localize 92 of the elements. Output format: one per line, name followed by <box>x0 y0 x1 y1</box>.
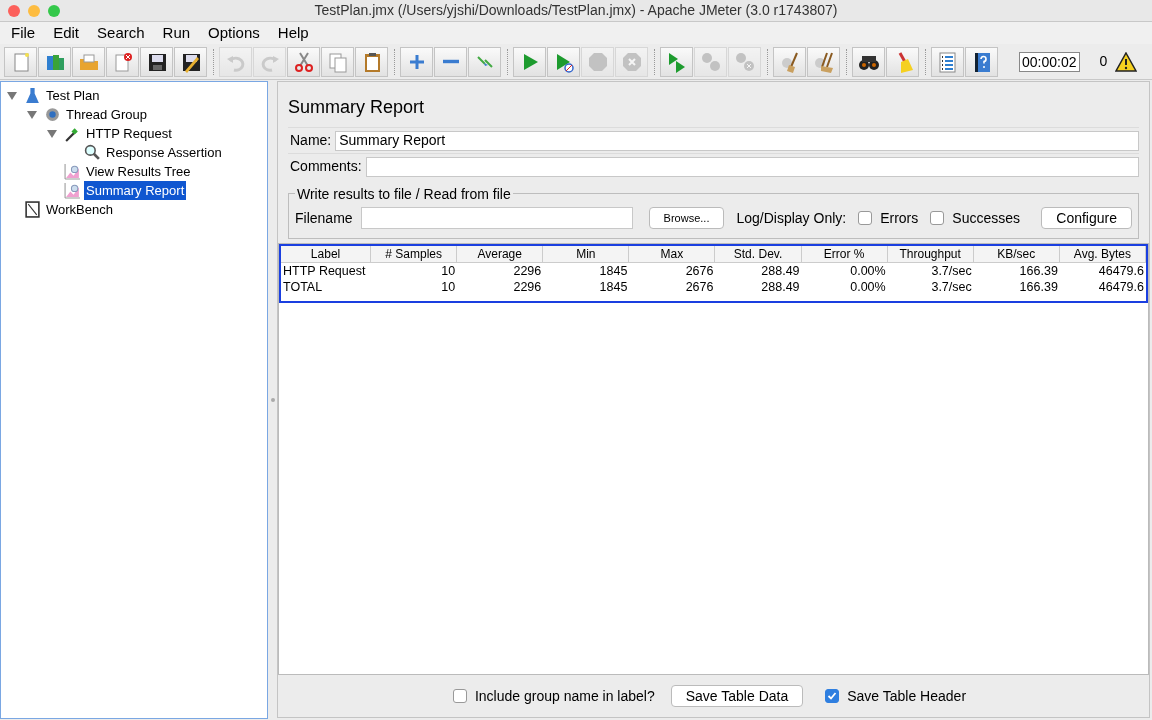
filename-field[interactable] <box>360 207 633 229</box>
table-cell-text: 46479.6 <box>1097 279 1145 295</box>
tree-item[interactable]: WorkBench <box>44 199 115 220</box>
table-cell-text: HTTP Request <box>282 263 367 279</box>
menu-item[interactable]: Edit <box>44 21 89 45</box>
graph-icon <box>64 163 81 180</box>
tree-item[interactable]: Response Assertion <box>104 142 224 163</box>
table-cell-text: 288.49 <box>760 263 801 279</box>
tree-item[interactable]: Thread Group <box>64 104 149 125</box>
window-title: TestPlan.jmx (/Users/yjshi/Downloads/TestPlan.jmx) - Apache JMeter (3.0 r1743807) <box>314 1 838 20</box>
table-cell-text: 288.49 <box>760 279 801 295</box>
table-cell-text: 1845 <box>598 263 629 279</box>
toolbar-button[interactable] <box>852 46 885 77</box>
table-cell-text: 2296 <box>512 279 543 295</box>
elapsed-time: 00:00:02 <box>1019 51 1080 72</box>
remote-stop-icon <box>699 50 722 73</box>
column-header[interactable]: Std. Dev. <box>715 246 802 263</box>
toolbar-button[interactable] <box>965 46 998 77</box>
table-cell-text: 166.39 <box>1018 263 1059 279</box>
table-cell-text: 2296 <box>512 263 543 279</box>
maximize-window-button[interactable] <box>48 4 60 17</box>
expand-arrow-icon[interactable] <box>27 109 37 120</box>
flask-icon <box>24 87 41 104</box>
remote-exit-icon <box>733 50 756 73</box>
checkbox-label: Include group name in label? <box>474 686 655 706</box>
checkbox[interactable] <box>452 689 467 703</box>
column-header[interactable]: # Samples <box>371 246 458 263</box>
gear-icon <box>44 106 61 123</box>
menu-item[interactable]: Run <box>153 21 200 45</box>
table-cell-text: 0.00% <box>849 263 887 279</box>
checkbox[interactable] <box>930 211 945 225</box>
cross-octagon-icon <box>620 50 643 73</box>
column-header[interactable]: Avg. Bytes <box>1059 246 1146 263</box>
tree-item[interactable]: Summary Report <box>84 180 187 201</box>
column-header[interactable]: Max <box>629 246 716 263</box>
column-header[interactable]: Average <box>457 246 544 263</box>
splitter-handle[interactable] <box>270 398 275 402</box>
menu-item[interactable]: File <box>2 21 45 45</box>
log-display-label: Log/Display Only: <box>736 208 847 228</box>
column-header[interactable]: Throughput <box>887 246 974 263</box>
list-icon <box>936 50 959 73</box>
table-cell-text: 166.39 <box>1018 279 1059 295</box>
graph-icon <box>64 182 81 199</box>
tree-item[interactable]: View Results Tree <box>84 161 193 182</box>
toolbar-button[interactable] <box>174 46 207 77</box>
comments-field[interactable] <box>365 156 1139 177</box>
field-label: Comments: <box>290 157 362 176</box>
tree-item[interactable]: HTTP Request <box>84 123 174 144</box>
table-cell-text: TOTAL <box>282 279 324 295</box>
error-count: 0 <box>1099 52 1108 71</box>
menu-item[interactable]: Search <box>88 21 154 45</box>
column-header[interactable]: KB/sec <box>973 246 1060 263</box>
column-header[interactable]: Label <box>281 246 372 263</box>
warning-icon[interactable] <box>1115 51 1138 72</box>
close-window-button[interactable] <box>8 4 20 17</box>
name-field[interactable]: Summary Report <box>335 130 1139 151</box>
field-label: Filename <box>295 208 353 228</box>
expand-arrow-icon[interactable] <box>47 128 57 139</box>
brooms-gear-icon <box>812 50 835 73</box>
checkbox[interactable] <box>858 211 873 225</box>
field-label: Name: <box>290 131 332 150</box>
copy-pages-icon <box>326 50 349 73</box>
browse-button[interactable]: Browse... <box>648 207 725 229</box>
table-cell-text: 2676 <box>684 263 715 279</box>
notebook-icon <box>24 201 41 218</box>
table-cell-text: 3.7/sec <box>930 279 973 295</box>
scissors-icon <box>292 50 315 73</box>
tree-item[interactable]: Test Plan <box>44 85 102 106</box>
table-cell-text: 10 <box>440 279 457 295</box>
table-cell-text: 1845 <box>598 279 629 295</box>
checkbox-label: Errors <box>880 208 919 228</box>
save-table-data-button[interactable]: Save Table Data <box>670 685 804 707</box>
checkbox-label: Successes <box>952 208 1020 228</box>
pipette-icon <box>64 125 81 142</box>
checkbox-label: Save Table Header <box>847 686 967 706</box>
panel-title: Summary Report <box>288 96 426 119</box>
column-header[interactable]: Min <box>543 246 630 263</box>
table-cell-text: 0.00% <box>849 279 887 295</box>
toolbar-button[interactable] <box>140 46 173 77</box>
expand-arrow-icon[interactable] <box>7 90 17 101</box>
table-cell-text: 10 <box>440 263 457 279</box>
checkbox[interactable] <box>825 689 840 703</box>
stop-sign-icon <box>586 50 609 73</box>
minus-icon <box>442 59 459 64</box>
menu-item[interactable]: Options <box>199 21 269 45</box>
table-cell-text: 3.7/sec <box>930 263 973 279</box>
magnifier-icon <box>84 144 101 161</box>
configure-button[interactable]: Configure <box>1041 207 1132 229</box>
column-header[interactable]: Error % <box>801 246 888 263</box>
table-cell-text: 46479.6 <box>1097 263 1145 279</box>
menu-item[interactable]: Help <box>268 21 318 45</box>
table-cell-text: 2676 <box>684 279 715 295</box>
